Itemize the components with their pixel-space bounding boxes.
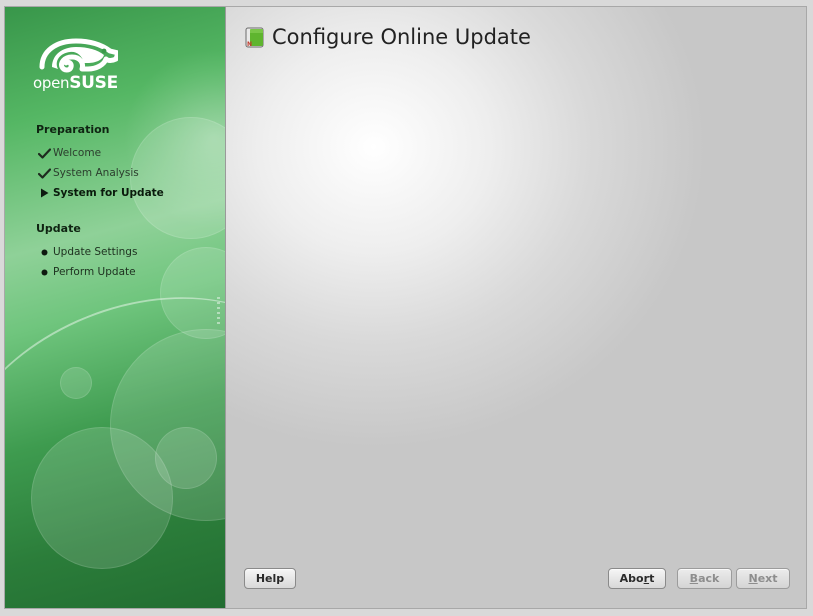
abort-label-post: t [649,572,655,585]
decor-bubble [155,427,217,489]
page-title: Configure Online Update [272,25,531,49]
step-label: Update Settings [53,246,138,258]
chameleon-icon [39,38,118,73]
decor-bubble [60,367,92,399]
online-update-icon: N [244,26,266,48]
svg-text:N: N [247,41,252,48]
logo-prefix: open [33,74,70,92]
title-row: N Configure Online Update [244,25,531,49]
back-label-mnemonic: B [689,572,699,585]
main-content: N Configure Online Update Help Abo r t Bac… [225,7,806,608]
logo-suffix: SUSE [69,73,118,93]
step-label: Welcome [53,147,102,159]
step-label: System for Update [53,187,164,199]
abort-button[interactable]: Abo r t [608,568,666,589]
next-label-mnemonic: N [748,572,758,585]
decor-bubble [130,117,225,239]
arrow-right-icon [36,188,53,198]
decor-bubble [31,427,173,569]
back-button[interactable]: Back [677,568,732,589]
opensuse-logo: openSUSE [33,37,119,93]
bullet-icon [36,269,53,276]
step-update-settings: Update Settings [36,244,137,260]
step-label: System Analysis [53,167,139,179]
sidebar-resize-handle[interactable] [217,297,220,325]
next-label-post: ext [757,572,778,585]
bullet-icon [36,249,53,256]
sidebar: openSUSE Preparation Welcome System Anal… [5,7,225,608]
next-button[interactable]: Next [736,568,790,589]
back-label-post: ack [698,572,720,585]
step-welcome: Welcome [36,145,101,161]
help-button[interactable]: Help [244,568,296,589]
step-label: Perform Update [53,266,136,278]
help-button-label: Help [255,572,285,585]
step-perform-update: Perform Update [36,264,136,280]
section-title-update: Update [36,222,81,235]
abort-label-pre: Abo [619,572,644,585]
check-icon [36,167,53,179]
step-system-for-update: System for Update [36,185,164,201]
step-system-analysis: System Analysis [36,165,139,181]
check-icon [36,147,53,159]
section-title-preparation: Preparation [36,123,110,136]
installer-window: openSUSE Preparation Welcome System Anal… [4,6,807,609]
